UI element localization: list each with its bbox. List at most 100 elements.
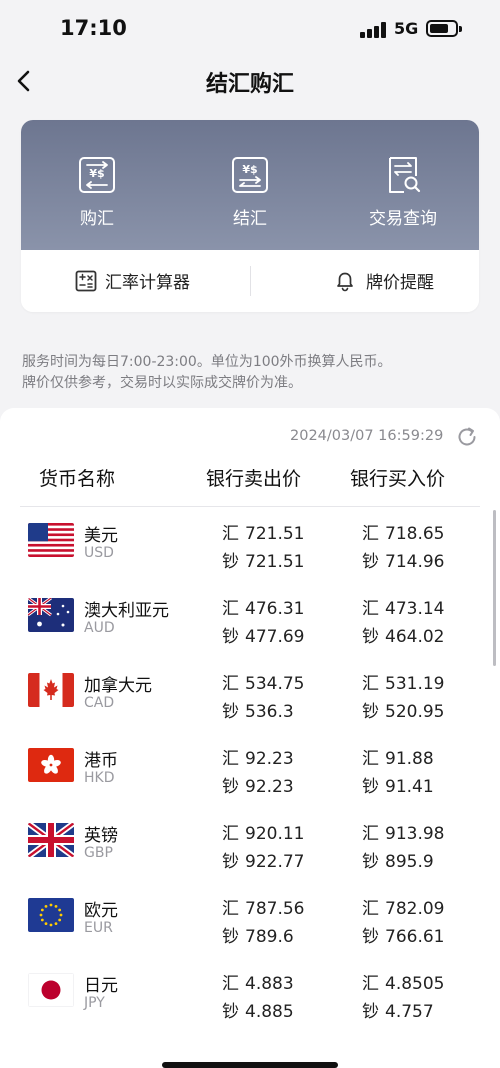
currency-row-gbp[interactable]: 英镑 GBP 汇 920.11 钞 922.77 汇 913.98 钞 895.9 xyxy=(0,807,500,882)
rate-value: 4.757 xyxy=(385,1002,434,1022)
currency-row-jpy[interactable]: 日元 JPY 汇 4.883 钞 4.885 汇 4.8505 钞 4.757 xyxy=(0,957,500,1032)
rate-value: 536.3 xyxy=(245,702,294,722)
sell-cash-rate: 钞 721.51 xyxy=(222,547,304,572)
currency-name: 澳大利亚元 xyxy=(84,601,169,621)
currency-name: 英镑 xyxy=(84,826,118,846)
rate-calculator-button[interactable]: 汇率计算器 xyxy=(21,250,250,312)
rate-value: 476.31 xyxy=(245,599,305,619)
page-title: 结汇购汇 xyxy=(205,72,294,97)
cash-prefix: 钞 xyxy=(362,552,379,572)
currency-code: AUD xyxy=(84,620,115,636)
cash-prefix: 钞 xyxy=(222,627,239,647)
calculator-icon xyxy=(75,270,97,292)
rate-value: 4.885 xyxy=(245,1002,294,1022)
top-section: ¥$ 购汇 ¥$ 结汇 交易查询 汇率计算器 牌价提醒 xyxy=(0,104,500,330)
cash-prefix: 钞 xyxy=(362,777,379,797)
sell-remit-rate: 汇 920.11 xyxy=(222,819,304,844)
buy-remit-rate: 汇 718.65 xyxy=(362,519,444,544)
rate-value: 895.9 xyxy=(385,852,434,872)
sell-cash-rate: 钞 789.6 xyxy=(222,922,294,947)
sell-cash-rate: 钞 922.77 xyxy=(222,847,304,872)
cash-prefix: 钞 xyxy=(362,852,379,872)
buy-remit-rate: 汇 782.09 xyxy=(362,894,444,919)
nav-bar: 结汇购汇 xyxy=(0,58,500,104)
sell-remit-rate: 汇 787.56 xyxy=(222,894,304,919)
cash-prefix: 钞 xyxy=(222,1002,239,1022)
buy-remit-rate: 汇 473.14 xyxy=(362,594,444,619)
settle-forex-button[interactable]: ¥$ 结汇 xyxy=(174,120,326,250)
rate-value: 714.96 xyxy=(385,552,445,572)
cash-prefix: 钞 xyxy=(222,927,239,947)
remit-prefix: 汇 xyxy=(362,749,379,769)
signal-icon xyxy=(360,22,386,38)
price-alert-label: 牌价提醒 xyxy=(366,273,434,293)
update-timestamp: 2024/03/07 16:59:29 xyxy=(290,428,444,444)
remit-prefix: 汇 xyxy=(362,524,379,544)
buy-forex-button[interactable]: ¥$ 购汇 xyxy=(21,120,173,250)
currency-code: USD xyxy=(84,545,114,561)
transaction-query-button[interactable]: 交易查询 xyxy=(327,120,479,250)
buy-cash-rate: 钞 766.61 xyxy=(362,922,444,947)
currency-name: 港币 xyxy=(84,751,118,771)
buy-cash-rate: 钞 520.95 xyxy=(362,697,444,722)
sell-remit-rate: 汇 476.31 xyxy=(222,594,304,619)
rate-value: 534.75 xyxy=(245,674,305,694)
settle-forex-label: 结汇 xyxy=(233,209,267,229)
ca-flag-icon xyxy=(28,673,74,707)
hk-flag-icon xyxy=(28,748,74,782)
cash-prefix: 钞 xyxy=(222,702,239,722)
cash-prefix: 钞 xyxy=(362,627,379,647)
sell-remit-rate: 汇 721.51 xyxy=(222,519,304,544)
sell-remit-rate: 汇 4.883 xyxy=(222,969,294,994)
scrollbar[interactable] xyxy=(493,510,496,666)
buy-cash-rate: 钞 4.757 xyxy=(362,997,434,1022)
tool-row: 汇率计算器 牌价提醒 xyxy=(21,250,479,312)
currency-code: EUR xyxy=(84,920,113,936)
rate-card: 2024/03/07 16:59:29 货币名称 银行卖出价 银行买入价 美元 … xyxy=(0,408,500,1068)
currency-row-eur[interactable]: 欧元 EUR 汇 787.56 钞 789.6 汇 782.09 钞 766.61 xyxy=(0,882,500,957)
buy-forex-label: 购汇 xyxy=(80,209,114,229)
remit-prefix: 汇 xyxy=(362,599,379,619)
remit-prefix: 汇 xyxy=(222,974,239,994)
cash-prefix: 钞 xyxy=(222,777,239,797)
remit-prefix: 汇 xyxy=(222,599,239,619)
buy-remit-rate: 汇 4.8505 xyxy=(362,969,444,994)
rate-value: 91.88 xyxy=(385,749,434,769)
status-time: 17:10 xyxy=(60,16,127,40)
sell-cash-rate: 钞 4.885 xyxy=(222,997,294,1022)
remit-prefix: 汇 xyxy=(362,974,379,994)
us-flag-icon xyxy=(28,523,74,557)
remit-prefix: 汇 xyxy=(222,524,239,544)
rate-value: 913.98 xyxy=(385,824,445,844)
remit-prefix: 汇 xyxy=(362,674,379,694)
cash-prefix: 钞 xyxy=(362,927,379,947)
rate-value: 531.19 xyxy=(385,674,445,694)
cash-prefix: 钞 xyxy=(362,702,379,722)
remit-prefix: 汇 xyxy=(222,824,239,844)
rate-value: 477.69 xyxy=(245,627,305,647)
buy-cash-rate: 钞 464.02 xyxy=(362,622,444,647)
buy-cash-rate: 钞 714.96 xyxy=(362,547,444,572)
buy-remit-rate: 汇 913.98 xyxy=(362,819,444,844)
status-bar: 17:10 5G xyxy=(0,0,500,58)
sell-cash-rate: 钞 536.3 xyxy=(222,697,294,722)
rate-value: 721.51 xyxy=(245,552,305,572)
au-flag-icon xyxy=(28,598,74,632)
notice-line-1: 服务时间为每日7:00-23:00。单位为100外币换算人民币。 xyxy=(22,354,392,370)
currency-row-cad[interactable]: 加拿大元 CAD 汇 534.75 钞 536.3 汇 531.19 钞 520.95 xyxy=(0,657,500,732)
cash-prefix: 钞 xyxy=(222,552,239,572)
rate-value: 766.61 xyxy=(385,927,445,947)
refresh-icon[interactable] xyxy=(456,426,478,448)
rate-value: 789.6 xyxy=(245,927,294,947)
currency-row-usd[interactable]: 美元 USD 汇 721.51 钞 721.51 汇 718.65 钞 714.96 xyxy=(0,507,500,582)
currency-settle-icon: ¥$ xyxy=(232,157,268,193)
buy-cash-rate: 钞 91.41 xyxy=(362,772,434,797)
rate-value: 920.11 xyxy=(245,824,305,844)
notice-line-2: 牌价仅供参考，交易时以实际成交牌价为准。 xyxy=(22,375,302,391)
rate-value: 473.14 xyxy=(385,599,445,619)
currency-row-hkd[interactable]: 港币 HKD 汇 92.23 钞 92.23 汇 91.88 钞 91.41 xyxy=(0,732,500,807)
currency-code: JPY xyxy=(84,995,105,1011)
home-indicator xyxy=(162,1062,338,1068)
currency-row-aud[interactable]: 澳大利亚元 AUD 汇 476.31 钞 477.69 汇 473.14 钞 464.0… xyxy=(0,582,500,657)
price-alert-button[interactable]: 牌价提醒 xyxy=(250,250,479,312)
